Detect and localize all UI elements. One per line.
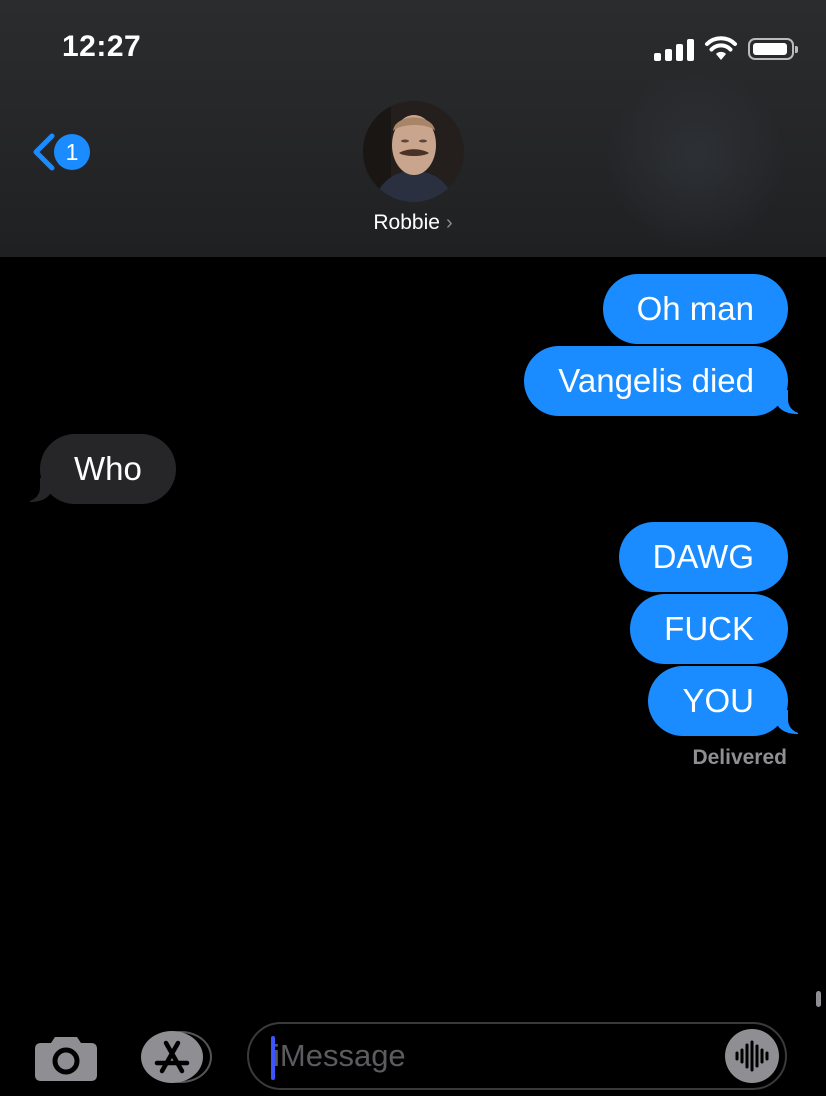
bubble-tail: [18, 472, 52, 502]
status-icons: [654, 36, 798, 62]
outgoing-message[interactable]: FUCK: [630, 594, 788, 664]
audio-record-button[interactable]: [725, 1029, 779, 1083]
contact-name-button[interactable]: Robbie ›: [0, 211, 826, 235]
unread-badge: 1: [54, 134, 90, 170]
message-input[interactable]: [273, 1024, 703, 1088]
bubble-tail: [776, 704, 810, 734]
signal-icon: [654, 37, 694, 61]
battery-icon: [748, 38, 798, 60]
scroll-indicator[interactable]: [816, 991, 821, 1007]
app-store-button[interactable]: [141, 1031, 203, 1083]
contact-avatar[interactable]: [363, 101, 464, 202]
audio-waveform-icon: [735, 1040, 769, 1072]
app-store-icon: [154, 1040, 190, 1074]
camera-button[interactable]: [35, 1033, 97, 1086]
contact-name: Robbie: [373, 211, 440, 234]
bubble-tail: [776, 384, 810, 414]
status-time: 12:27: [62, 30, 142, 63]
back-button[interactable]: 1: [30, 132, 90, 172]
wifi-icon: [705, 36, 737, 60]
outgoing-message[interactable]: DAWG: [618, 522, 788, 592]
outgoing-message[interactable]: YOU: [648, 666, 788, 736]
message-compose-field[interactable]: [247, 1022, 787, 1090]
delivery-status: Delivered: [692, 746, 787, 769]
chevron-right-icon: ›: [445, 212, 453, 234]
camera-icon: [35, 1037, 97, 1081]
outgoing-message[interactable]: Oh man: [602, 274, 788, 344]
outgoing-message[interactable]: Vangelis died: [524, 346, 788, 416]
incoming-message[interactable]: Who: [40, 434, 176, 504]
